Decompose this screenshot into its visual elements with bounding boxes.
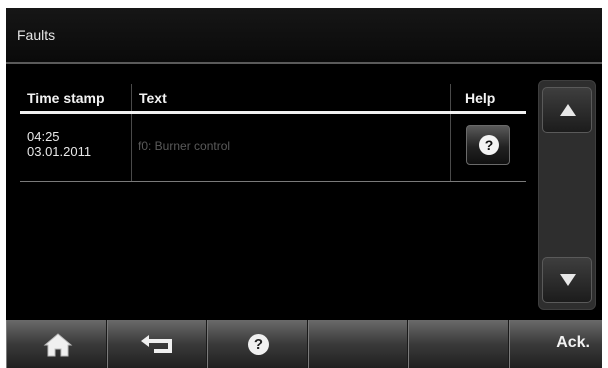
question-icon: ? <box>248 334 269 355</box>
time-stamp-cell: 04:25 03.01.2011 <box>27 129 91 159</box>
column-header-text: Text <box>139 90 167 106</box>
page-title: Faults <box>17 27 56 43</box>
fault-text: f0: Burner control <box>138 139 231 153</box>
column-header-help: Help <box>465 90 496 106</box>
back-arrow-icon <box>141 335 172 353</box>
header-underline <box>20 111 526 114</box>
empty-toolbar-button[interactable] <box>408 320 509 368</box>
date-value: 03.01.2011 <box>27 144 92 159</box>
acknowledge-button[interactable]: Ack. <box>509 320 602 368</box>
empty-toolbar-button[interactable] <box>308 320 408 368</box>
arrow-up-icon <box>560 104 576 116</box>
faults-table: Time stamp Text Help 04:25 03.01.2011 f0… <box>20 76 526 196</box>
scrollbar[interactable] <box>538 80 596 310</box>
home-icon <box>43 333 73 357</box>
row-divider <box>20 181 526 182</box>
home-button[interactable] <box>6 320 107 368</box>
title-bar: Faults <box>6 8 602 64</box>
scroll-down-button[interactable] <box>542 257 592 303</box>
faults-screen: Faults Time stamp Text Help 04:25 03.01.… <box>6 8 602 368</box>
back-button[interactable] <box>107 320 207 368</box>
column-divider <box>450 84 451 181</box>
column-header-time: Time stamp <box>27 90 105 106</box>
time-value: 04:25 <box>27 129 60 144</box>
arrow-down-icon <box>560 274 576 286</box>
scroll-up-button[interactable] <box>542 87 592 133</box>
help-toolbar-button[interactable]: ? <box>207 320 308 368</box>
acknowledge-label: Ack. <box>556 334 590 351</box>
column-divider <box>131 84 132 181</box>
bottom-toolbar: ? Ack. <box>6 320 602 368</box>
question-icon: ? <box>479 135 499 155</box>
help-button[interactable]: ? <box>466 125 510 165</box>
